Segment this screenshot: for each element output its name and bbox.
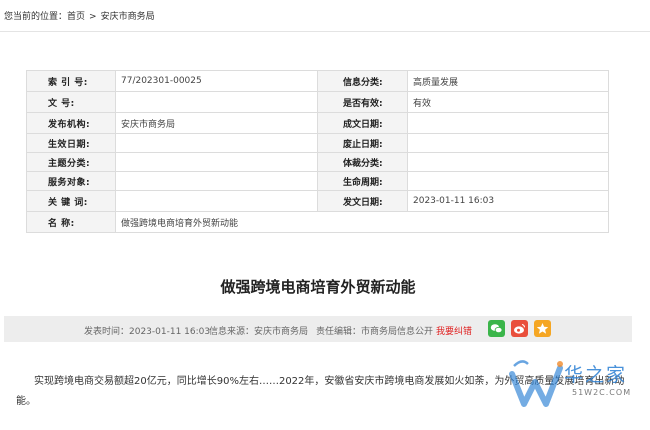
meta-row-name: 名 称: 做强跨境电商培育外贸新动能 [26, 211, 609, 233]
meta-value-lifecycle [407, 171, 609, 191]
info-source: 信息来源：安庆市商务局 [209, 327, 309, 337]
meta-row-index: 索 引 号: 77/202301-00025 信息分类: 高质量发展 [26, 70, 609, 92]
meta-label-name: 名 称: [26, 211, 116, 233]
meta-value-validity: 有效 [407, 91, 609, 113]
meta-label-repeal-date: 废止日期: [317, 133, 408, 153]
meta-row-keywords: 关 键 词: 发文日期: 2023-01-11 16:03 [26, 190, 609, 212]
meta-value-keywords [115, 190, 318, 212]
meta-label-issue-date: 发文日期: [317, 190, 408, 212]
meta-label-keywords: 关 键 词: [26, 190, 116, 212]
meta-value-name: 做强跨境电商培育外贸新动能 [115, 211, 609, 233]
meta-value-written-date [407, 112, 609, 134]
breadcrumb-home-link[interactable]: 首页 [67, 12, 85, 22]
wechat-share-icon[interactable] [488, 320, 505, 337]
meta-label-index-number: 索 引 号: [26, 70, 116, 92]
meta-label-issuer: 发布机构: [26, 112, 116, 134]
meta-row-doc-number: 文 号: 是否有效: 有效 [26, 91, 609, 113]
breadcrumb-current[interactable]: 安庆市商务局 [101, 12, 155, 22]
report-error-link[interactable]: 我要纠错 [436, 324, 472, 337]
meta-value-index-number: 77/202301-00025 [115, 70, 318, 92]
meta-label-audience: 服务对象: [26, 171, 116, 191]
weibo-share-icon[interactable] [511, 320, 528, 337]
meta-label-info-category: 信息分类: [317, 70, 408, 92]
meta-row-effective-date: 生效日期: 废止日期: [26, 133, 609, 153]
meta-value-effective-date [115, 133, 318, 153]
meta-value-issuer: 安庆市商务局 [115, 112, 318, 134]
meta-value-genre [407, 152, 609, 172]
article-title: 做强跨境电商培育外贸新动能 [220, 278, 416, 296]
meta-value-info-category: 高质量发展 [407, 70, 609, 92]
meta-label-validity: 是否有效: [317, 91, 408, 113]
meta-value-audience [115, 171, 318, 191]
meta-label-genre: 体裁分类: [317, 152, 408, 172]
meta-label-written-date: 成文日期: [317, 112, 408, 134]
publish-time: 发表时间：2023-01-11 16:03 [84, 327, 211, 337]
responsible-editor: 责任编辑：市商务局信息公开 [316, 327, 434, 337]
meta-value-doc-number [115, 91, 318, 113]
meta-label-lifecycle: 生命周期: [317, 171, 408, 191]
meta-value-topic [115, 152, 318, 172]
meta-label-topic: 主题分类: [26, 152, 116, 172]
article-info-bar: 发表时间：2023-01-11 16:03 信息来源：安庆市商务局 责任编辑：市… [4, 316, 632, 342]
meta-label-doc-number: 文 号: [26, 91, 116, 113]
document-metadata-table: 索 引 号: 77/202301-00025 信息分类: 高质量发展 文 号: … [26, 70, 609, 233]
breadcrumb-separator: > [89, 12, 97, 22]
favorite-icon[interactable] [534, 320, 551, 337]
meta-row-audience: 服务对象: 生命周期: [26, 171, 609, 191]
meta-row-issuer: 发布机构: 安庆市商务局 成文日期: [26, 112, 609, 134]
header-divider [0, 31, 650, 32]
meta-row-topic: 主题分类: 体裁分类: [26, 152, 609, 172]
article-body-paragraph: 实现跨境电商交易额超20亿元，同比增长90%左右……2022年，安徽省安庆市跨境… [16, 376, 625, 407]
breadcrumb: 您当前的位置：首页 > 安庆市商务局 [4, 9, 155, 22]
meta-value-repeal-date [407, 133, 609, 153]
meta-value-issue-date: 2023-01-11 16:03 [407, 190, 609, 212]
meta-label-effective-date: 生效日期: [26, 133, 116, 153]
breadcrumb-prefix: 您当前的位置： [4, 12, 68, 22]
